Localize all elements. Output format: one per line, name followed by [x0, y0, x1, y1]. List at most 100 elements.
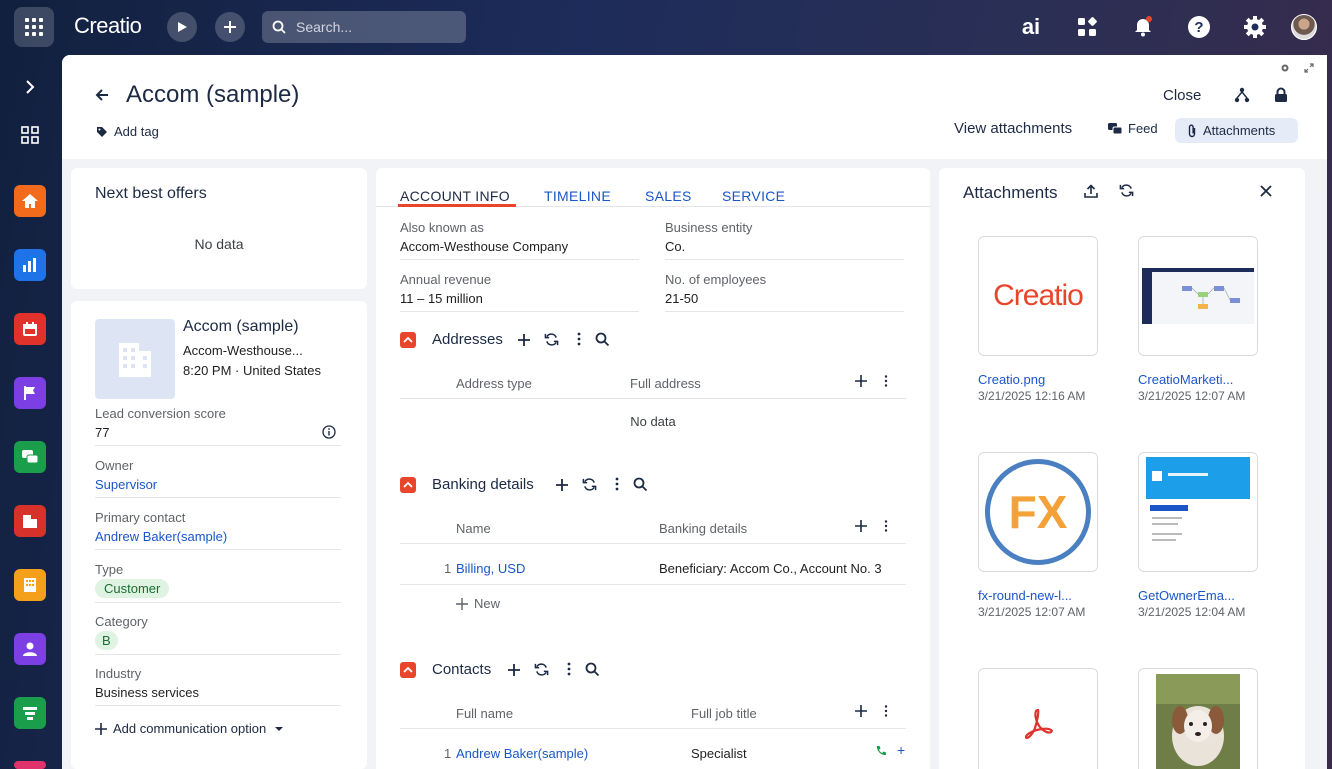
file-name-link[interactable]: fx-round-new-l... — [978, 588, 1072, 603]
rail-item-home[interactable] — [14, 185, 46, 217]
contact-name-link[interactable]: Andrew Baker(sample) — [456, 746, 588, 761]
addresses-refresh-button[interactable] — [544, 332, 559, 350]
file-thumbnail-photo[interactable] — [1138, 668, 1258, 769]
entity-value[interactable]: Co. — [665, 239, 904, 260]
view-attachments-button[interactable]: View attachments — [954, 120, 1072, 137]
feed-button[interactable]: Feed — [1108, 121, 1158, 136]
tab-sales[interactable]: SALES — [645, 188, 692, 204]
employees-value[interactable]: 21-50 — [665, 291, 904, 312]
contacts-collapse-button[interactable] — [400, 662, 416, 678]
access-rights-button[interactable] — [1274, 87, 1288, 106]
attachments-toggle-button[interactable]: Attachments — [1175, 118, 1298, 143]
add-tag-button[interactable]: Add tag — [96, 124, 159, 139]
plus-icon — [855, 705, 867, 717]
banking-name-link[interactable]: Billing, USD — [456, 561, 525, 576]
banking-new-button[interactable]: New — [456, 596, 500, 611]
tab-timeline[interactable]: TIMELINE — [544, 188, 611, 204]
contacts-col-name[interactable]: Full name — [456, 706, 513, 721]
contacts-add-button[interactable] — [507, 663, 521, 680]
contacts-columns-menu[interactable] — [884, 705, 888, 720]
contacts-search-button[interactable] — [585, 662, 600, 680]
create-button[interactable] — [215, 12, 245, 42]
back-button[interactable] — [94, 87, 110, 106]
addresses-col-type[interactable]: Address type — [456, 376, 532, 391]
addresses-columns-menu[interactable] — [884, 375, 888, 390]
expand-rail-button[interactable] — [14, 71, 46, 103]
file-thumbnail-pdf[interactable] — [978, 668, 1098, 769]
addresses-search-button[interactable] — [595, 332, 610, 350]
rail-item-dashboards[interactable] — [14, 119, 46, 151]
dog-photo-image — [1156, 674, 1240, 769]
notifications-button[interactable] — [1129, 13, 1157, 41]
category-field[interactable]: B — [95, 631, 341, 655]
rail-item-more[interactable] — [14, 761, 46, 769]
file-name-link[interactable]: Creatio.png — [978, 372, 1045, 387]
table-row[interactable]: 1 Billing, USD Beneficiary: Accom Co., A… — [400, 544, 906, 584]
table-row[interactable]: 1 Andrew Baker(sample) Specialist + — [400, 729, 906, 769]
score-info-button[interactable] — [322, 425, 336, 442]
chevron-up-icon — [403, 666, 413, 673]
banking-col-details[interactable]: Banking details — [659, 521, 747, 536]
addresses-menu-button[interactable] — [577, 332, 581, 349]
file-name-link[interactable]: GetOwnerEma... — [1138, 588, 1235, 603]
tab-service[interactable]: SERVICE — [722, 188, 785, 204]
file-thumbnail-email[interactable] — [1138, 452, 1258, 572]
contacts-menu-button[interactable] — [567, 662, 571, 679]
type-field[interactable]: Customer — [95, 579, 341, 603]
hierarchy-button[interactable] — [1234, 87, 1250, 106]
contacts-refresh-button[interactable] — [534, 662, 549, 680]
file-thumbnail-fx[interactable]: FX — [978, 452, 1098, 572]
user-avatar[interactable] — [1291, 14, 1317, 40]
close-attachments-button[interactable] — [1260, 185, 1272, 200]
banking-col-name[interactable]: Name — [456, 521, 491, 536]
addresses-add-row-button[interactable] — [855, 375, 867, 390]
banking-add-row-button[interactable] — [855, 520, 867, 535]
industry-value[interactable]: Business services — [95, 685, 341, 706]
rail-item-leads[interactable] — [14, 377, 46, 409]
banking-columns-menu[interactable] — [884, 520, 888, 535]
rail-item-communications[interactable] — [14, 441, 46, 473]
apps-button[interactable] — [1073, 13, 1101, 41]
banking-search-button[interactable] — [633, 477, 648, 495]
banking-refresh-button[interactable] — [582, 477, 597, 495]
addresses-add-button[interactable] — [517, 333, 531, 350]
add-communication-button[interactable]: Add communication option — [95, 721, 286, 736]
aka-value[interactable]: Accom-Westhouse Company — [400, 239, 639, 260]
owner-link[interactable]: Supervisor — [95, 477, 157, 492]
primary-contact-link[interactable]: Andrew Baker(sample) — [95, 529, 227, 544]
banking-add-button[interactable] — [555, 478, 569, 495]
search-input[interactable]: Search... — [262, 11, 466, 43]
ai-button[interactable]: ai — [1017, 13, 1045, 41]
file-thumbnail-marketing[interactable] — [1138, 236, 1258, 356]
page-settings-button[interactable] — [1280, 61, 1290, 76]
expand-page-button[interactable] — [1304, 61, 1314, 76]
app-grid-button[interactable] — [14, 7, 54, 47]
creatio-logo[interactable]: Creatio — [74, 13, 142, 39]
revenue-value[interactable]: 11 – 15 million — [400, 291, 639, 312]
account-logo[interactable] — [95, 319, 175, 399]
tab-account-info[interactable]: ACCOUNT INFO — [400, 188, 510, 204]
more-actions-icon[interactable]: + — [897, 742, 905, 758]
file-name-link[interactable]: CreatioMarketi... — [1138, 372, 1233, 387]
call-button[interactable] — [875, 745, 887, 760]
active-tab-indicator — [398, 204, 516, 207]
close-button[interactable]: Close — [1163, 87, 1201, 104]
rail-item-contacts[interactable] — [14, 633, 46, 665]
upload-button[interactable] — [1084, 184, 1098, 201]
banking-collapse-button[interactable] — [400, 477, 416, 493]
help-button[interactable]: ? — [1185, 13, 1213, 41]
settings-button[interactable] — [1241, 13, 1269, 41]
banking-menu-button[interactable] — [615, 477, 619, 494]
contacts-add-row-button[interactable] — [855, 705, 867, 720]
rail-item-calendar[interactable] — [14, 313, 46, 345]
addresses-col-full[interactable]: Full address — [630, 376, 701, 391]
rail-item-funnel[interactable] — [14, 697, 46, 729]
rail-item-orders[interactable] — [14, 569, 46, 601]
refresh-attachments-button[interactable] — [1119, 183, 1134, 201]
run-process-button[interactable] — [167, 12, 197, 42]
addresses-collapse-button[interactable] — [400, 332, 416, 348]
file-thumbnail-creatio[interactable]: Creatio — [978, 236, 1098, 356]
contacts-col-title[interactable]: Full job title — [691, 706, 757, 721]
rail-item-analytics[interactable] — [14, 249, 46, 281]
rail-item-accounts[interactable] — [14, 505, 46, 537]
